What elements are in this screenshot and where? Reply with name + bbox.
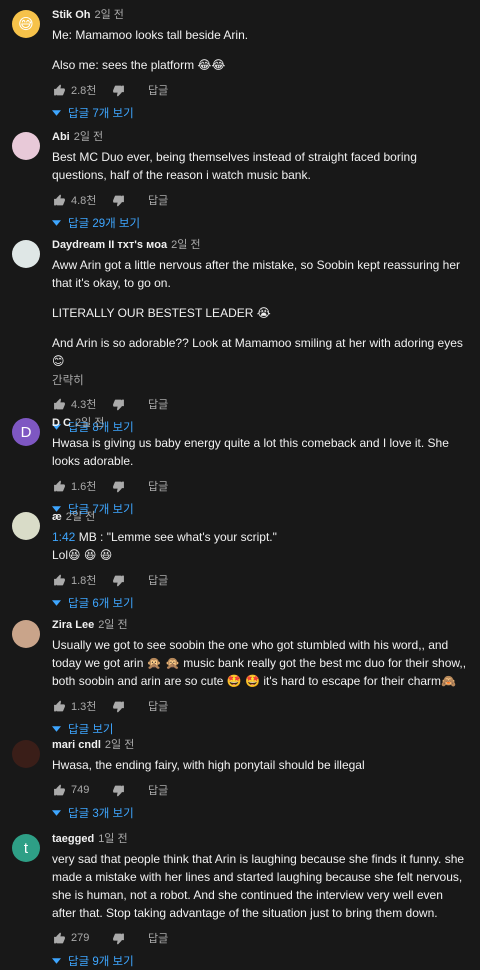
like-icon[interactable] <box>52 699 66 713</box>
avatar[interactable] <box>12 240 40 268</box>
view-replies-button[interactable]: 답글 6개 보기 <box>52 594 468 612</box>
view-replies-label: 답글 29개 보기 <box>68 218 141 230</box>
comment-time[interactable]: 1일 전 <box>98 833 127 845</box>
comment-time[interactable]: 2일 전 <box>66 511 95 523</box>
comment-time[interactable]: 2일 전 <box>74 131 103 143</box>
comment-author[interactable]: Zira Lee <box>52 619 94 631</box>
view-replies-button[interactable]: 답글 3개 보기 <box>52 804 468 822</box>
comment-time[interactable]: 2일 전 <box>75 417 104 429</box>
avatar[interactable]: t <box>12 834 40 862</box>
like-count: 749 <box>71 784 90 796</box>
like-icon[interactable] <box>52 193 66 207</box>
comment-text: very sad that people think that Arin is … <box>52 850 468 922</box>
comment-author[interactable]: D C <box>52 417 71 429</box>
view-replies-button[interactable]: 답글 7개 보기 <box>52 104 468 122</box>
timestamp-link[interactable]: 1:42 <box>52 530 75 544</box>
reply-button[interactable]: 답글 <box>148 930 168 946</box>
chevron-down-icon <box>52 110 68 116</box>
comment-text: Usually we got to see soobin the one who… <box>52 636 468 690</box>
like-count: 279 <box>71 932 90 944</box>
comment-line: Me: Mamamoo looks tall beside Arin. <box>52 28 249 42</box>
comment-line: Usually we got to see soobin the one who… <box>52 638 467 688</box>
like-icon[interactable] <box>52 783 66 797</box>
comment-time[interactable]: 2일 전 <box>105 739 134 751</box>
avatar[interactable] <box>12 620 40 648</box>
avatar[interactable] <box>12 740 40 768</box>
view-replies-label: 답글 9개 보기 <box>68 956 134 968</box>
view-replies-button[interactable]: 답글 29개 보기 <box>52 214 468 232</box>
reply-button[interactable]: 답글 <box>148 192 168 208</box>
comment-author[interactable]: æ <box>52 511 62 523</box>
dislike-icon[interactable] <box>111 699 125 713</box>
like-icon[interactable] <box>52 573 66 587</box>
chevron-down-icon <box>52 600 68 606</box>
dislike-icon[interactable] <box>111 931 125 945</box>
reply-button[interactable]: 답글 <box>148 478 168 494</box>
like-count: 2.8천 <box>71 85 97 97</box>
comment-time[interactable]: 2일 전 <box>95 9 124 21</box>
reply-button[interactable]: 답글 <box>148 396 168 412</box>
comment-time[interactable]: 2일 전 <box>98 619 127 631</box>
like-icon[interactable] <box>52 83 66 97</box>
comment-author[interactable]: Abi <box>52 131 70 143</box>
avatar[interactable] <box>12 512 40 540</box>
comment-time[interactable]: 2일 전 <box>171 239 200 251</box>
chevron-down-icon <box>52 958 68 964</box>
avatar[interactable]: 😅 <box>12 10 40 38</box>
avatar[interactable]: D <box>12 418 40 446</box>
reply-button[interactable]: 답글 <box>148 82 168 98</box>
chevron-down-icon <box>52 810 68 816</box>
like-icon[interactable] <box>52 397 66 411</box>
reply-button[interactable]: 답글 <box>148 572 168 588</box>
view-replies-button[interactable]: 답글 보기 <box>52 720 468 738</box>
comment-line: MB : "Lemme see what's your script." <box>75 530 277 544</box>
avatar[interactable] <box>12 132 40 160</box>
comment-line: Also me: sees the platform 😂😂 <box>52 58 226 72</box>
comment-line: Best MC Duo ever, being themselves inste… <box>52 150 417 182</box>
like-count: 1.8천 <box>71 575 97 587</box>
like-count: 1.6천 <box>71 481 97 493</box>
comment-line: LITERALLY OUR BESTEST LEADER 😭 <box>52 306 271 320</box>
view-replies-label: 답글 보기 <box>68 724 114 736</box>
reply-button[interactable]: 답글 <box>148 782 168 798</box>
comment-author[interactable]: mari cndl <box>52 739 101 751</box>
comment-author[interactable]: Daydream II ᴛxᴛ's ᴍoa <box>52 239 167 251</box>
comment-text: Hwasa, the ending fairy, with high ponyt… <box>52 756 468 774</box>
comment-text: Best MC Duo ever, being themselves inste… <box>52 148 468 184</box>
like-count: 1.3천 <box>71 701 97 713</box>
comment-author[interactable]: taegged <box>52 833 94 845</box>
dislike-icon[interactable] <box>111 783 125 797</box>
chevron-down-icon <box>52 220 68 226</box>
comment-line: Hwasa is giving us baby energy quite a l… <box>52 436 449 468</box>
comment-text: Hwasa is giving us baby energy quite a l… <box>52 434 468 470</box>
comment-line: And Arin is so adorable?? Look at Mamamo… <box>52 336 463 368</box>
chevron-down-icon <box>52 726 68 732</box>
view-replies-button[interactable]: 답글 9개 보기 <box>52 952 468 970</box>
comment-line: very sad that people think that Arin is … <box>52 852 465 920</box>
show-less-button[interactable]: 간략히 <box>52 372 468 388</box>
dislike-icon[interactable] <box>111 479 125 493</box>
reply-button[interactable]: 답글 <box>148 698 168 714</box>
comment-line: Lol😆 😆 😆 <box>52 548 113 562</box>
like-icon[interactable] <box>52 931 66 945</box>
comment-line: Aww Arin got a little nervous after the … <box>52 258 460 290</box>
comment-text: Me: Mamamoo looks tall beside Arin. Also … <box>52 26 468 74</box>
like-count: 4.3천 <box>71 399 97 411</box>
like-count: 4.8천 <box>71 195 97 207</box>
dislike-icon[interactable] <box>111 397 125 411</box>
dislike-icon[interactable] <box>111 193 125 207</box>
comment-line: Hwasa, the ending fairy, with high ponyt… <box>52 758 365 772</box>
dislike-icon[interactable] <box>111 573 125 587</box>
dislike-icon[interactable] <box>111 83 125 97</box>
view-replies-label: 답글 7개 보기 <box>68 108 134 120</box>
comment-text: Aww Arin got a little nervous after the … <box>52 256 468 370</box>
like-icon[interactable] <box>52 479 66 493</box>
comment-text: 1:42 MB : "Lemme see what's your script.… <box>52 528 468 564</box>
view-replies-label: 답글 6개 보기 <box>68 598 134 610</box>
comment-author[interactable]: Stik Oh <box>52 9 91 21</box>
view-replies-label: 답글 3개 보기 <box>68 808 134 820</box>
